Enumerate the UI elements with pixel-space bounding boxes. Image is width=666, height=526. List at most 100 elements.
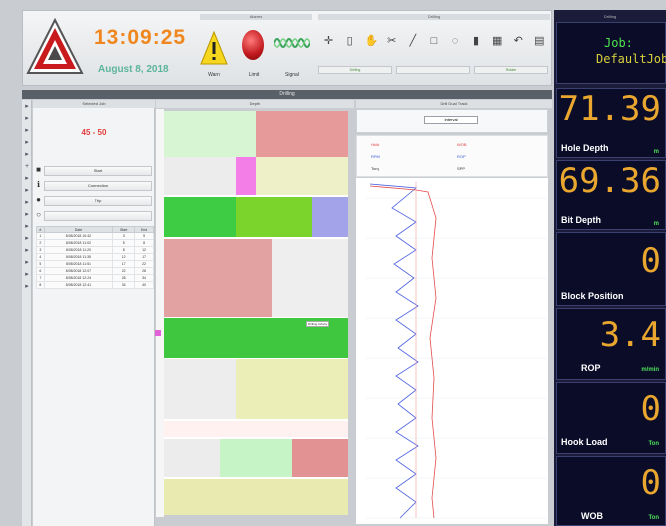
arrow-icon[interactable]: ▸	[23, 246, 31, 256]
metric-value: 0	[640, 463, 661, 503]
metric-unit: m	[653, 149, 659, 155]
table-row[interactable]: 4 8/08/2018 11:35 12 17	[36, 253, 154, 261]
start-button[interactable]: Start	[44, 166, 152, 176]
plus-icon[interactable]: +	[23, 162, 31, 172]
activity-block[interactable]	[236, 197, 312, 237]
table-cell: 8	[134, 239, 154, 247]
blank-button[interactable]	[44, 211, 152, 221]
arrow-icon[interactable]: ▸	[23, 126, 31, 136]
table-row[interactable]: 6 8/08/2018 12:07 22 28	[36, 267, 154, 275]
job-label: Job:	[604, 36, 633, 50]
current-depth-marker[interactable]	[155, 330, 161, 336]
table-cell: 22	[134, 260, 154, 268]
arrow-icon[interactable]: ▸	[23, 270, 31, 280]
table-row[interactable]: 7 8/08/2018 12:24 28 34	[36, 274, 154, 282]
warning-icon[interactable]	[200, 28, 228, 68]
clock-date: August 8, 2018	[98, 64, 169, 75]
table-cell: 8/08/2018 11:35	[43, 253, 114, 261]
zoom-icon[interactable]: ✋	[365, 34, 379, 48]
interval-select[interactable]: Interval	[424, 116, 478, 124]
table-cell: 17	[112, 260, 136, 268]
arrow-icon[interactable]: ▸	[23, 114, 31, 124]
activity-block[interactable]	[164, 239, 272, 317]
arrow-icon[interactable]: ▸	[23, 210, 31, 220]
pointer-icon[interactable]: ✛	[323, 34, 335, 48]
hand-icon[interactable]: ▯	[344, 34, 356, 48]
activity-block[interactable]	[164, 111, 256, 157]
activity-block[interactable]	[256, 111, 348, 157]
activity-block[interactable]	[220, 439, 292, 477]
square-icon[interactable]: □	[428, 34, 440, 48]
selected-job-title: Selected Job	[33, 100, 155, 108]
stop-icon[interactable]: ■	[34, 165, 43, 175]
clock-time: 13:09:25	[94, 26, 187, 49]
table-cell: 3	[112, 232, 136, 240]
activity-block[interactable]	[164, 197, 236, 237]
table-row[interactable]: 5 8/08/2018 11:51 17 22	[36, 260, 154, 268]
signal-wave-icon[interactable]	[274, 34, 310, 52]
arrow-icon[interactable]: ▸	[23, 138, 31, 148]
table-cell: 7	[36, 274, 45, 282]
drill-bar-field[interactable]: Rotate	[474, 66, 548, 74]
metric-wob: 0 WOB Ton	[556, 456, 666, 526]
drill-bar-field[interactable]	[396, 66, 470, 74]
bulb-icon[interactable]: ●	[34, 195, 43, 205]
table-row[interactable]: 2 8/08/2018 11:02 5 8	[36, 239, 154, 247]
arrow-icon[interactable]: ▸	[23, 102, 31, 112]
activity-block[interactable]	[256, 157, 348, 195]
info-icon[interactable]: ℹ	[34, 180, 43, 190]
arrow-icon[interactable]: ▸	[23, 234, 31, 244]
metric-value: 71.39	[558, 89, 661, 129]
activity-gantt[interactable]	[164, 111, 348, 515]
metric-value: 0	[640, 389, 661, 429]
table-cell: 8/08/2018 11:51	[43, 260, 114, 268]
drill-bar-field[interactable]: Drilling	[318, 66, 392, 74]
activity-block[interactable]	[164, 439, 220, 477]
metric-label: Bit Depth	[561, 215, 601, 225]
table-row[interactable]: 8 8/08/2018 12:41 34 40	[36, 281, 154, 289]
table-cell: 8	[36, 281, 45, 289]
bar-icon[interactable]: ▮	[470, 34, 482, 48]
circle-icon[interactable]: ○	[34, 210, 43, 220]
activity-block[interactable]	[312, 197, 348, 237]
activity-block[interactable]	[164, 421, 348, 437]
activity-block[interactable]	[236, 157, 256, 195]
table-cell: 34	[134, 274, 154, 282]
arrow-icon[interactable]: ▸	[23, 198, 31, 208]
activity-block[interactable]	[236, 359, 348, 419]
undo-icon[interactable]: ↶	[512, 34, 524, 48]
limit-label: Limit	[248, 72, 260, 78]
page-icon[interactable]: ▤	[533, 34, 545, 48]
metric-value: 3.4	[599, 315, 661, 355]
circle-icon[interactable]: ◌	[449, 34, 461, 48]
arrow-icon[interactable]: ▸	[23, 174, 31, 184]
connection-button[interactable]: Connection	[44, 181, 152, 191]
activity-block[interactable]	[164, 157, 236, 195]
cut-icon[interactable]: ✂	[386, 34, 398, 48]
activity-block[interactable]	[164, 359, 236, 419]
activity-block[interactable]	[272, 239, 348, 317]
metric-value: 69.36	[558, 161, 661, 201]
limit-alarm-light[interactable]	[242, 30, 264, 60]
legend-item: Hkld	[371, 142, 380, 147]
trip-button[interactable]: Trip	[44, 196, 152, 206]
pen-icon[interactable]: ╱	[407, 34, 419, 48]
table-cell: 8/08/2018 12:41	[43, 281, 114, 289]
table-row[interactable]: 1 8/08/2018 10:42 3 5	[36, 232, 154, 240]
grid-icon[interactable]: ▦	[491, 34, 503, 48]
table-cell: 5	[112, 239, 136, 247]
arrow-icon[interactable]: ▸	[23, 222, 31, 232]
left-tool-strip: ▸ ▸ ▸ ▸ ▸ + ▸ ▸ ▸ ▸ ▸ ▸ ▸ ▸ ▸ ▸	[22, 100, 32, 526]
arrow-icon[interactable]: ▸	[23, 186, 31, 196]
legend-item: Torq	[371, 166, 379, 171]
metric-rop: 3.4 ROP m/min	[556, 308, 666, 380]
activity-block[interactable]	[164, 479, 348, 515]
main-header: Drilling	[22, 90, 552, 99]
metric-unit: Ton	[648, 441, 659, 447]
activity-block[interactable]	[292, 439, 348, 477]
arrow-icon[interactable]: ▸	[23, 258, 31, 268]
table-row[interactable]: 3 8/08/2018 11:20 8 12	[36, 246, 154, 254]
arrow-icon[interactable]: ▸	[23, 150, 31, 160]
arrow-icon[interactable]: ▸	[23, 282, 31, 292]
legend-item: WOB	[457, 142, 467, 147]
